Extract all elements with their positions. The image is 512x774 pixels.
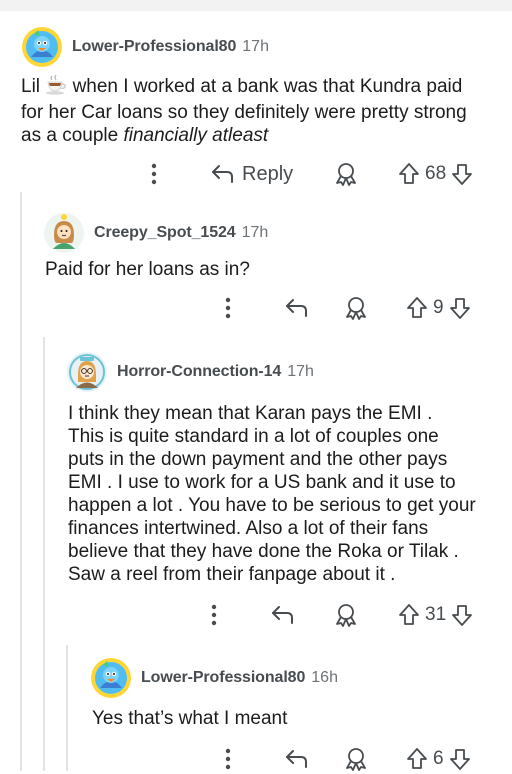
downvote-icon[interactable] bbox=[449, 747, 471, 771]
vote-count: 9 bbox=[433, 297, 444, 318]
award-icon bbox=[336, 163, 356, 186]
reply-arrow-icon bbox=[286, 299, 307, 317]
comment-line: finances intertwined. Also a lot of thei… bbox=[68, 518, 429, 539]
vote-count: 68 bbox=[425, 163, 447, 184]
comment-header: Lower-Professional80 16h bbox=[91, 658, 338, 698]
more-options-button[interactable] bbox=[219, 296, 237, 320]
downvote-icon[interactable] bbox=[449, 296, 471, 320]
award-icon bbox=[346, 297, 366, 320]
award-button[interactable] bbox=[343, 746, 369, 772]
more-options-button[interactable] bbox=[145, 162, 163, 186]
reply-button[interactable] bbox=[284, 296, 310, 320]
comment-actions: 9 bbox=[0, 293, 512, 323]
comment-line: I think they mean that Karan pays the EM… bbox=[68, 403, 433, 424]
avatar[interactable] bbox=[67, 352, 107, 392]
comment-line: happen a lot . You have to be serious to… bbox=[68, 495, 476, 516]
comment-actions: 6 bbox=[0, 744, 512, 774]
comment-body: I think they mean that Karan pays the EM… bbox=[68, 402, 508, 586]
username[interactable]: Lower-Professional80 bbox=[72, 38, 236, 56]
award-button[interactable] bbox=[333, 602, 359, 628]
more-options-button[interactable] bbox=[219, 747, 237, 771]
timestamp: 17h bbox=[241, 224, 269, 241]
tea-cup-emoji-icon bbox=[45, 74, 67, 101]
vote-count: 6 bbox=[433, 748, 444, 769]
comment-line: EMI . I use to work for a US bank and it… bbox=[68, 472, 456, 493]
comment-header: Lower-Professional80 17h bbox=[22, 27, 269, 67]
award-button[interactable] bbox=[333, 161, 359, 187]
reply-label: Reply bbox=[242, 162, 294, 185]
comment-body: Lil when I worked at a bank was that Kun… bbox=[21, 74, 501, 147]
timestamp: 17h bbox=[242, 38, 269, 55]
vote-group: 6 bbox=[406, 747, 471, 771]
thread-line-level1[interactable] bbox=[20, 192, 22, 771]
more-vertical-icon bbox=[211, 604, 217, 626]
downvote-icon[interactable] bbox=[451, 162, 473, 186]
upvote-icon[interactable] bbox=[406, 747, 428, 771]
avatar[interactable] bbox=[91, 658, 131, 698]
comment-line: as a couple financially atleast bbox=[21, 124, 501, 147]
comment-header: Creepy_Spot_1524 17h bbox=[44, 213, 268, 253]
comment-body: Paid for her loans as in? bbox=[45, 258, 495, 281]
comment-line: Saw a reel from their fanpage about it . bbox=[68, 564, 396, 585]
comment-text: Lil bbox=[21, 76, 41, 97]
comment-text: when I worked at a bank was that Kundra … bbox=[72, 76, 463, 97]
vote-count: 31 bbox=[425, 604, 447, 625]
comment-actions: 31 bbox=[0, 600, 512, 630]
top-bar bbox=[0, 0, 512, 11]
more-vertical-icon bbox=[151, 163, 157, 185]
reply-arrow-icon bbox=[272, 606, 293, 624]
timestamp: 16h bbox=[311, 669, 338, 686]
reply-arrow-icon bbox=[212, 165, 233, 183]
vote-group: 9 bbox=[406, 296, 471, 320]
award-button[interactable] bbox=[343, 295, 369, 321]
downvote-icon[interactable] bbox=[451, 603, 473, 627]
comment-text: as a couple bbox=[21, 125, 124, 146]
username[interactable]: Horror-Connection-14 bbox=[117, 363, 281, 381]
reply-button[interactable] bbox=[284, 747, 310, 771]
vote-group: 31 bbox=[398, 603, 473, 627]
avatar[interactable] bbox=[22, 27, 62, 67]
upvote-icon[interactable] bbox=[398, 603, 420, 627]
comment-line: for her Car loans so they definitely wer… bbox=[21, 102, 467, 123]
avatar[interactable] bbox=[44, 213, 84, 253]
comment-text-italic: financially atleast bbox=[123, 125, 269, 146]
reply-button[interactable]: Reply bbox=[210, 162, 293, 186]
reply-button[interactable] bbox=[270, 603, 296, 627]
award-icon bbox=[346, 748, 366, 771]
vote-group: 68 bbox=[398, 162, 473, 186]
more-vertical-icon bbox=[225, 748, 231, 770]
comment-line: Yes that’s what I meant bbox=[92, 708, 288, 729]
comment-line: Paid for her loans as in? bbox=[45, 259, 250, 280]
more-options-button[interactable] bbox=[205, 603, 223, 627]
comment-line: Lil when I worked at a bank was that Kun… bbox=[21, 74, 501, 101]
username[interactable]: Lower-Professional80 bbox=[141, 669, 305, 687]
comment-line: This is quite standard in a lot of coupl… bbox=[68, 426, 439, 447]
upvote-icon[interactable] bbox=[398, 162, 420, 186]
thread-line-level2[interactable] bbox=[43, 337, 45, 771]
more-vertical-icon bbox=[225, 297, 231, 319]
comment-header: Horror-Connection-14 17h bbox=[67, 352, 314, 392]
comment-body: Yes that’s what I meant bbox=[92, 707, 492, 730]
award-icon bbox=[336, 604, 356, 627]
username[interactable]: Creepy_Spot_1524 bbox=[94, 224, 236, 242]
comment-line: puts in the down payment and the other p… bbox=[68, 449, 448, 470]
timestamp: 17h bbox=[287, 363, 314, 380]
comment-actions: Reply 68 bbox=[0, 159, 512, 189]
comment-line: believe that they have done the Roka or … bbox=[68, 541, 459, 562]
reply-arrow-icon bbox=[286, 750, 307, 768]
upvote-icon[interactable] bbox=[406, 296, 428, 320]
